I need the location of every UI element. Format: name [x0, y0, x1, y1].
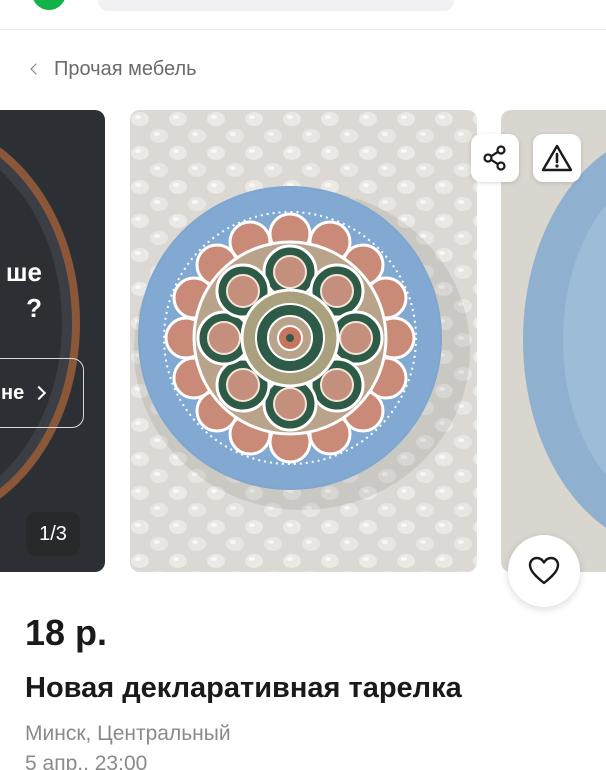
photo-counter: 1/3 [26, 512, 80, 556]
listing-price: 18 р. [25, 612, 108, 653]
share-icon [483, 145, 506, 171]
promo-button[interactable]: не [0, 358, 84, 428]
breadcrumb[interactable]: Прочая мебель [26, 55, 197, 83]
top-header [0, 0, 606, 30]
report-button[interactable] [533, 134, 581, 182]
promo-button-label: не [1, 381, 25, 404]
warning-icon [541, 144, 573, 172]
listing-title: Новая декларативная тарелка [25, 672, 462, 704]
search-bar[interactable] [98, 0, 454, 11]
favorite-button[interactable] [508, 535, 580, 607]
promo-text: ше ? [0, 254, 42, 326]
listing-location: Минск, Центральный [25, 722, 231, 745]
promo-text-line: ? [26, 293, 42, 323]
breadcrumb-label: Прочая мебель [54, 57, 197, 80]
listing-page: Прочая мебель ше ? не 1/3 18 р. Новая де… [0, 0, 606, 770]
logo[interactable] [32, 0, 66, 10]
heart-icon [528, 556, 560, 585]
share-button[interactable] [471, 134, 519, 182]
promo-text-line: ше [5, 257, 42, 287]
plate-photo [130, 110, 477, 572]
plate-photo [523, 130, 606, 550]
promo-slide[interactable]: ше ? не 1/3 [0, 110, 105, 572]
photo-slide-main[interactable] [130, 110, 477, 572]
chevron-right-icon [32, 385, 47, 401]
listing-date: 5 апр., 23:00 [25, 752, 148, 770]
chevron-left-icon [30, 63, 42, 75]
